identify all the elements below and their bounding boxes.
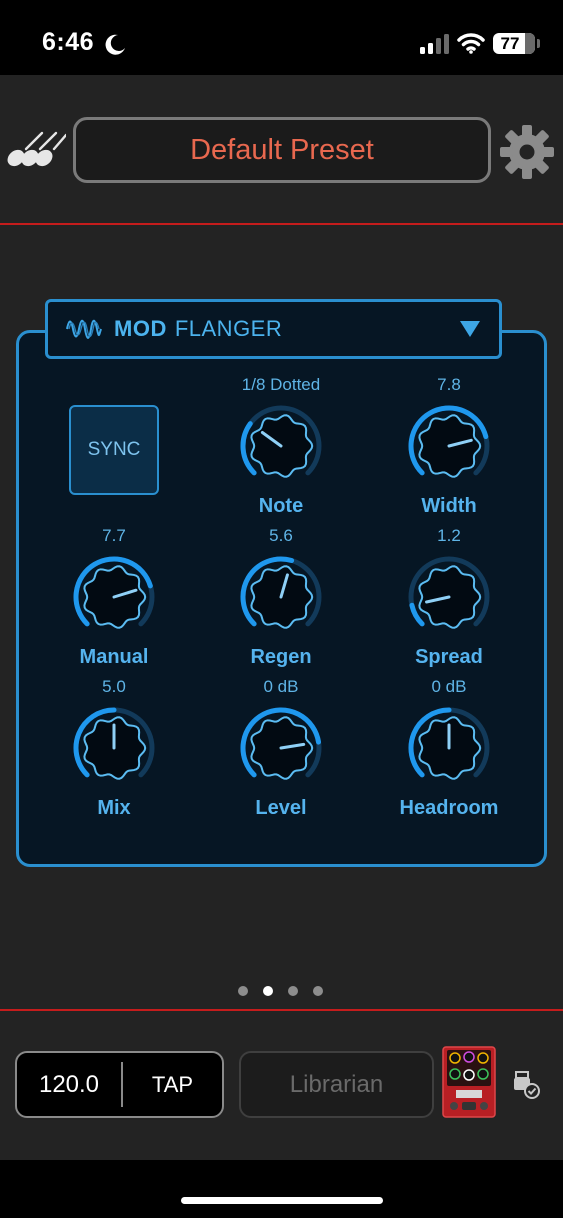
- knob-dial-spread[interactable]: [408, 556, 490, 638]
- knob-label-manual: Manual: [79, 646, 149, 668]
- top-divider: [0, 223, 563, 225]
- effect-selector[interactable]: MOD FLANGER: [45, 299, 502, 359]
- home-area: [0, 1160, 563, 1218]
- knob-value-manual: 7.7: [102, 526, 126, 545]
- knob-label-width: Width: [421, 495, 477, 517]
- guitars-icon[interactable]: [6, 131, 66, 167]
- tempo-value[interactable]: 120.0: [17, 1053, 121, 1116]
- knob-value-level: 0 dB: [263, 677, 299, 696]
- preset-selector[interactable]: Default Preset: [73, 117, 491, 183]
- page-dot-1[interactable]: [238, 986, 248, 996]
- knob-dial-manual[interactable]: [73, 556, 155, 638]
- knob-label-regen: Regen: [250, 646, 312, 668]
- knob-dial-headroom[interactable]: [408, 707, 490, 789]
- bottom-divider: [0, 1009, 563, 1011]
- moon-icon: [105, 34, 125, 55]
- knob-value-headroom: 0 dB: [431, 677, 467, 696]
- knob-label-note: Note: [258, 495, 304, 517]
- wifi-icon: [457, 33, 485, 54]
- app-screen: Default Preset MOD FLANGER SYNC 1/8 Dott…: [0, 75, 563, 1160]
- knob-dial-width[interactable]: [408, 405, 490, 487]
- sync-button[interactable]: SYNC: [69, 405, 159, 495]
- librarian-button[interactable]: Librarian: [239, 1051, 434, 1118]
- battery-nub: [537, 39, 540, 48]
- knob-label-level: Level: [255, 797, 307, 819]
- page-dot-2[interactable]: [263, 986, 273, 996]
- knob-value-spread: 1.2: [437, 526, 461, 545]
- page-dot-3[interactable]: [288, 986, 298, 996]
- page-dot-4[interactable]: [313, 986, 323, 996]
- battery-percent: 77: [500, 34, 520, 53]
- battery-icon: 77: [493, 33, 535, 54]
- knob-value-mix: 5.0: [102, 677, 126, 696]
- effect-type: MOD: [114, 316, 167, 341]
- top-bar: Default Preset: [0, 75, 563, 225]
- knob-value-regen: 5.6: [269, 526, 293, 545]
- status-bar: 6:46 77: [0, 0, 563, 75]
- knob-label-mix: Mix: [97, 797, 131, 819]
- effect-name: FLANGER: [174, 316, 283, 341]
- knob-dial-note[interactable]: [240, 405, 322, 487]
- knob-dial-regen[interactable]: [240, 556, 322, 638]
- tempo-control: 120.0 TAP: [15, 1051, 224, 1118]
- usb-connected-icon: [514, 1071, 540, 1099]
- dropdown-icon: [460, 321, 480, 337]
- knob-value-arc: [240, 421, 257, 476]
- status-time: 6:46: [42, 28, 95, 56]
- preset-name: Default Preset: [190, 133, 374, 166]
- knob-value-note: 1/8 Dotted: [241, 375, 321, 394]
- page-indicator[interactable]: [238, 986, 323, 996]
- tap-button[interactable]: TAP: [123, 1053, 222, 1116]
- pedal-thumbnail[interactable]: [442, 1046, 496, 1118]
- knob-dial-mix[interactable]: [73, 707, 155, 789]
- home-indicator[interactable]: [181, 1197, 383, 1204]
- knob-label-headroom: Headroom: [399, 797, 499, 819]
- wave-icon: [66, 319, 102, 339]
- signal-icon: [420, 34, 449, 54]
- knob-label-spread: Spread: [415, 646, 483, 668]
- gear-icon[interactable]: [500, 125, 554, 179]
- knob-dial-level[interactable]: [240, 707, 322, 789]
- knob-value-width: 7.8: [437, 375, 461, 394]
